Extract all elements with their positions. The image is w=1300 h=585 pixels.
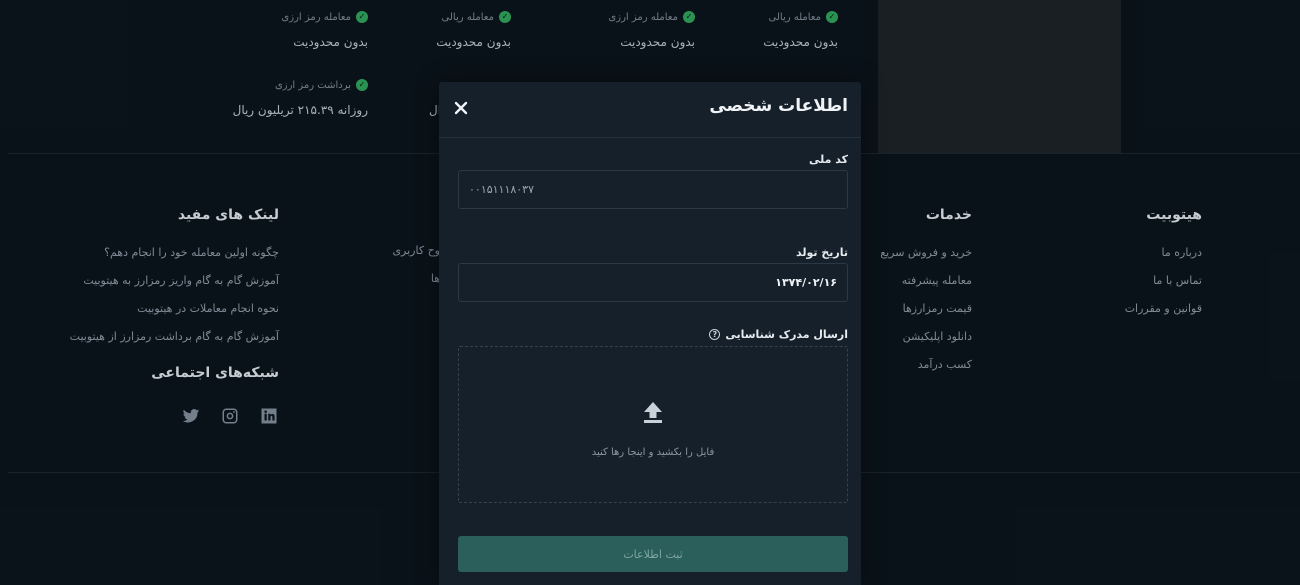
birth-date-label: تاریخ تولد — [796, 246, 848, 259]
help-icon[interactable]: ? — [709, 329, 721, 340]
modal-title: اطلاعات شخصی — [709, 96, 848, 116]
national-code-label: کد ملی — [808, 153, 848, 166]
personal-info-modal: اطلاعات شخصی کد ملی تاریخ تولد ارسال مدر… — [439, 82, 861, 585]
dropzone-hint: فایل را بکشید و اینجا رها کنید — [591, 447, 715, 458]
close-icon — [454, 101, 468, 115]
national-code-input[interactable] — [458, 170, 848, 209]
modal-header: اطلاعات شخصی — [439, 82, 861, 138]
birth-date-input[interactable] — [458, 263, 848, 302]
id-upload-label: ارسال مدرک شناسایی ? — [709, 328, 848, 341]
close-button[interactable] — [453, 100, 469, 116]
upload-icon — [641, 400, 665, 424]
submit-button[interactable]: ثبت اطلاعات — [458, 536, 848, 572]
file-dropzone[interactable]: فایل را بکشید و اینجا رها کنید — [458, 346, 848, 503]
